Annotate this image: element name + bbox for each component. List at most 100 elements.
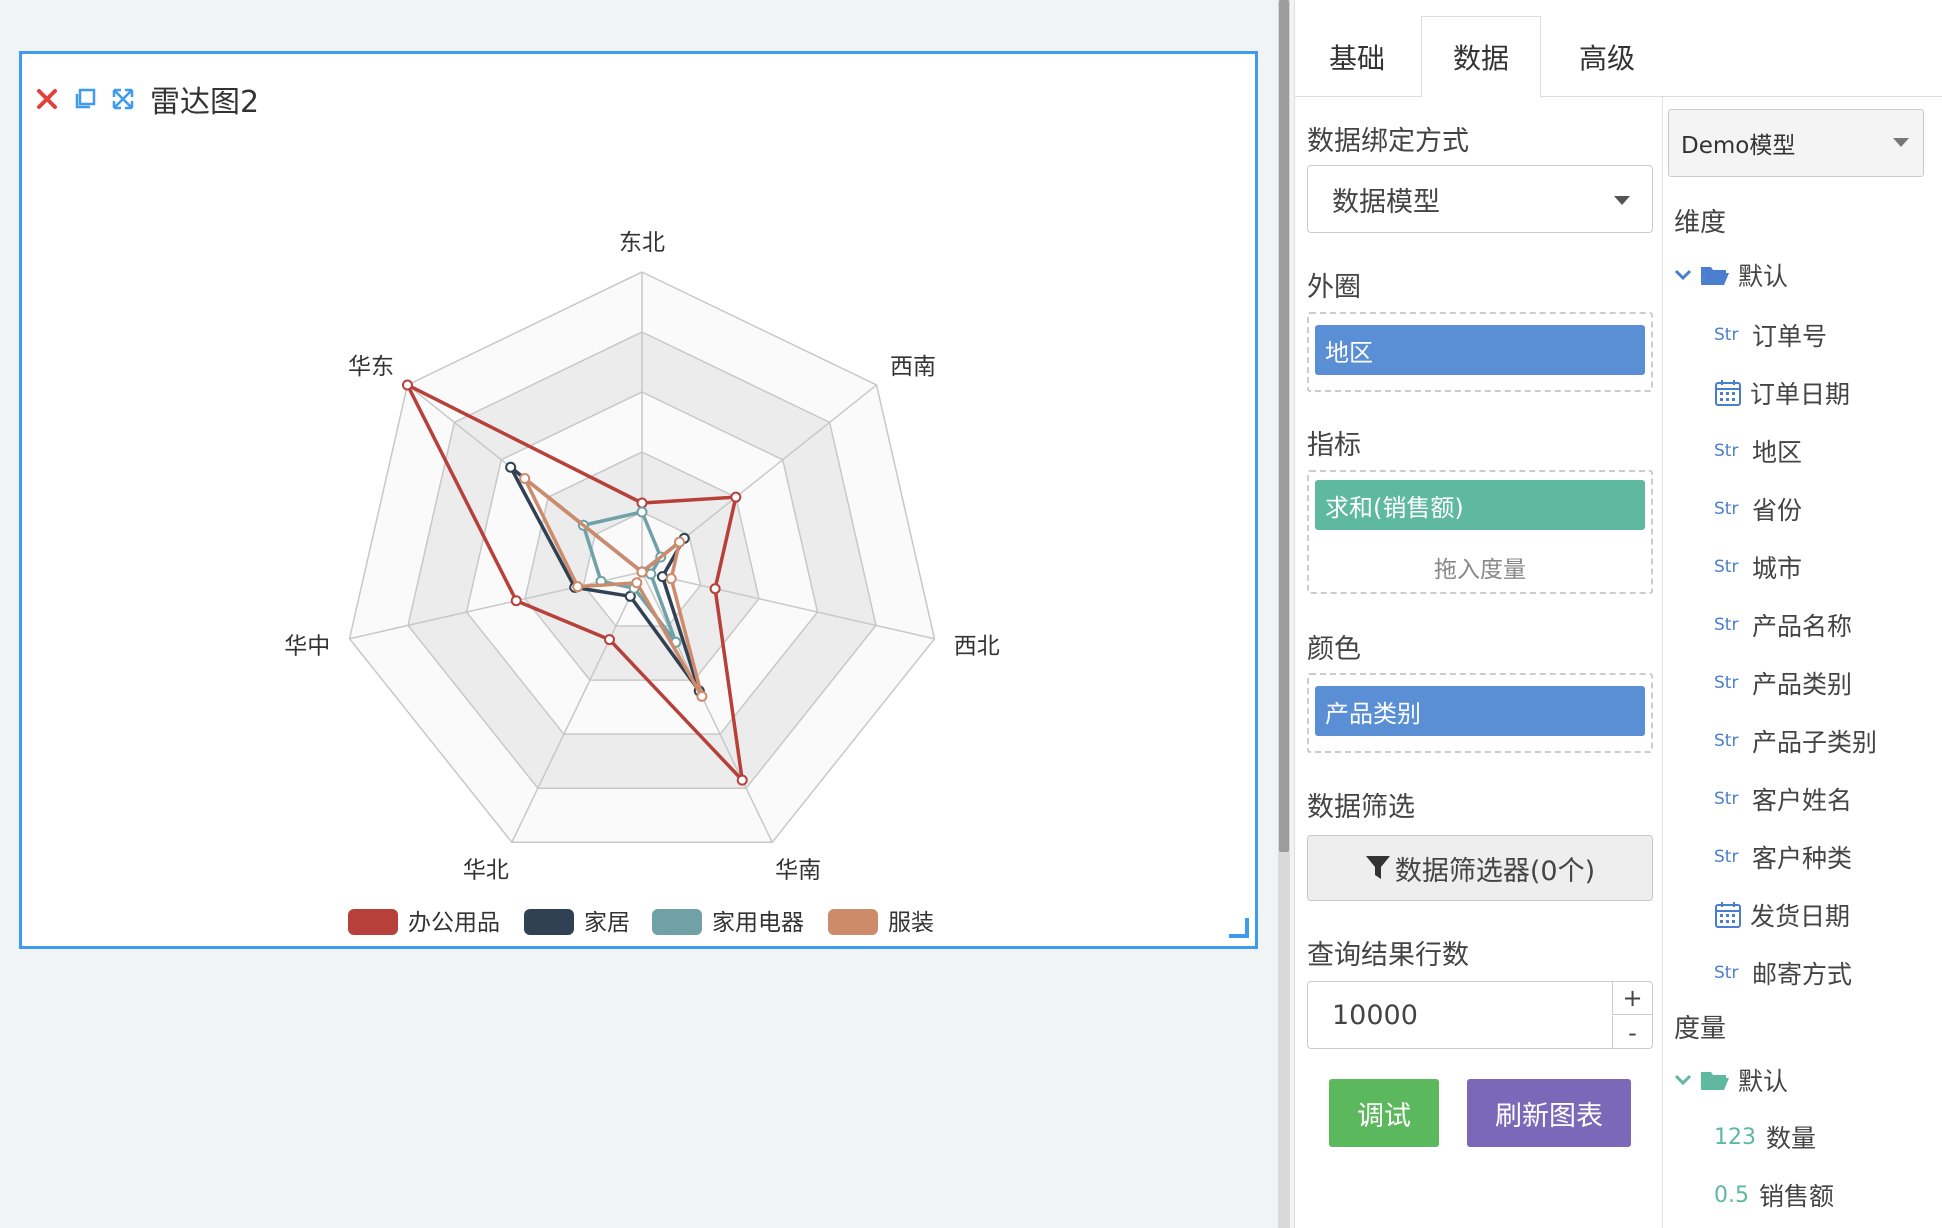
legend-item[interactable]: 家居 [524, 909, 630, 936]
dimension-item[interactable]: Str 省份 [1714, 491, 1802, 527]
legend-label: 服装 [888, 910, 934, 936]
tab-basic[interactable]: 基础 [1295, 16, 1419, 98]
tab-advanced[interactable]: 高级 [1545, 16, 1669, 98]
model-column: Demo模型 维度 默认 Str 订单号 订单日期 Str 地区 Str 省份 Str 城市 St… [1664, 97, 1942, 1228]
radar-axis-label: 华北 [463, 857, 509, 883]
dimension-item-label: 邮寄方式 [1752, 960, 1853, 989]
dimension-item[interactable]: Str 邮寄方式 [1714, 955, 1852, 991]
dimension-folder-label: 默认 [1738, 262, 1789, 291]
data-filter-label: 数据筛选 [1307, 792, 1415, 823]
dimension-item[interactable]: Str 客户种类 [1714, 839, 1852, 875]
dimension-item[interactable]: Str 客户姓名 [1714, 781, 1852, 817]
dimension-item[interactable]: 发货日期 [1714, 897, 1850, 933]
binding-mode-select[interactable]: 数据模型 [1307, 165, 1653, 233]
metric-placeholder: 拖入度量 [1434, 557, 1526, 583]
measure-folder-label: 默认 [1738, 1067, 1789, 1096]
radar-data-point [656, 571, 668, 583]
dimension-item-label: 产品名称 [1752, 612, 1853, 641]
legend-label: 办公用品 [408, 910, 500, 936]
binding-column: 数据绑定方式 数据模型 外圈 地区 指标 求和(销售额) 拖入度量 颜色 产品类… [1295, 97, 1663, 1228]
string-type-icon: Str [1714, 615, 1739, 635]
rows-number-input[interactable]: 10000 + - [1307, 981, 1653, 1049]
measure-heading: 度量 [1674, 1014, 1727, 1044]
calendar-icon [1715, 380, 1741, 406]
radar-data-point [401, 379, 413, 391]
outer-field-pill[interactable]: 地区 [1315, 325, 1645, 375]
tab-data[interactable]: 数据 [1421, 16, 1541, 98]
model-select-value: Demo模型 [1681, 133, 1796, 159]
dimension-item[interactable]: Str 产品类别 [1714, 665, 1852, 701]
radar-chart-widget[interactable]: 雷达图2 东北 西南 西北 华南 华北 华中 华东 办公用品 家居 家用电器 服装 [19, 51, 1258, 949]
string-type-icon: Str [1714, 731, 1739, 751]
increment-button[interactable]: + [1612, 982, 1652, 1015]
string-type-icon: Str [1714, 325, 1739, 345]
decrement-button[interactable]: - [1612, 1016, 1652, 1049]
radar-data-point [636, 497, 648, 509]
data-filter-button-label: 数据筛选器(0个) [1394, 855, 1596, 887]
legend-item[interactable]: 家用电器 [652, 909, 804, 936]
numeric-type-icon: 123 [1714, 1124, 1756, 1150]
measure-item-label: 销售额 [1759, 1182, 1835, 1211]
dimension-item[interactable]: Str 产品子类别 [1714, 723, 1877, 759]
radar-data-point [505, 461, 517, 473]
legend-swatch [828, 909, 878, 935]
radar-data-point [572, 581, 584, 593]
panel-tabs: 基础 数据 高级 [1295, 0, 1942, 98]
dimension-item-label: 产品子类别 [1752, 728, 1878, 757]
dimension-item-label: 城市 [1752, 554, 1803, 583]
legend-swatch [348, 909, 398, 935]
dimension-item[interactable]: Str 产品名称 [1714, 607, 1852, 643]
string-type-icon: Str [1714, 789, 1739, 809]
dimension-item-label: 产品类别 [1752, 670, 1853, 699]
metric-dropzone[interactable]: 求和(销售额) 拖入度量 [1307, 470, 1653, 594]
rows-value: 10000 [1332, 1000, 1418, 1031]
chart-legend: 办公用品 家居 家用电器 服装 [348, 909, 934, 936]
legend-item[interactable]: 办公用品 [348, 909, 500, 936]
scrollbar-thumb[interactable] [1279, 0, 1289, 852]
radar-axis-label: 西南 [890, 354, 936, 380]
dimension-item-label: 发货日期 [1750, 902, 1851, 931]
debug-button[interactable]: 调试 [1329, 1079, 1439, 1147]
measure-item[interactable]: 123 数量 [1714, 1119, 1816, 1155]
refresh-chart-button[interactable]: 刷新图表 [1467, 1079, 1631, 1147]
color-field-pill[interactable]: 产品类别 [1315, 686, 1645, 736]
chevron-down-icon [1893, 138, 1909, 147]
data-filter-button[interactable]: 数据筛选器(0个) [1307, 835, 1653, 901]
dimension-item[interactable]: Str 城市 [1714, 549, 1802, 585]
radar-axis-label: 华南 [775, 857, 821, 883]
config-panel: 基础 数据 高级 数据绑定方式 数据模型 外圈 地区 指标 求和(销售额) 拖入… [1294, 0, 1942, 1228]
dimension-item[interactable]: 订单日期 [1714, 375, 1850, 411]
chevron-down-icon [1614, 196, 1630, 205]
dimension-item[interactable]: Str 地区 [1714, 433, 1802, 469]
string-type-icon: Str [1714, 847, 1739, 867]
radar-axis-label: 西北 [954, 633, 1000, 659]
measure-folder[interactable]: 默认 [1674, 1062, 1788, 1098]
color-dropzone[interactable]: 产品类别 [1307, 673, 1653, 753]
dimension-item[interactable]: Str 订单号 [1714, 317, 1827, 353]
calendar-icon [1715, 902, 1741, 928]
dimension-item-label: 订单日期 [1750, 380, 1851, 409]
legend-swatch [652, 909, 702, 935]
resize-handle[interactable] [1229, 918, 1249, 938]
radar-data-point [603, 634, 615, 646]
metric-label: 指标 [1307, 430, 1361, 461]
radar-data-point [696, 690, 708, 702]
dimension-heading: 维度 [1674, 208, 1727, 238]
vertical-scrollbar[interactable] [1278, 0, 1290, 1228]
legend-swatch [524, 909, 574, 935]
legend-label: 家用电器 [712, 910, 804, 936]
radar-axis-label: 华东 [348, 354, 394, 380]
measure-item[interactable]: 0.5 销售额 [1714, 1177, 1834, 1213]
outer-ring-label: 外圈 [1307, 272, 1361, 303]
model-select[interactable]: Demo模型 [1668, 109, 1924, 177]
dimension-item-label: 客户姓名 [1752, 786, 1853, 815]
radar-data-point [709, 583, 721, 595]
legend-item[interactable]: 服装 [828, 909, 934, 936]
metric-field-pill[interactable]: 求和(销售额) [1315, 480, 1645, 530]
radar-data-point [645, 568, 657, 580]
binding-mode-label: 数据绑定方式 [1307, 126, 1469, 157]
dimension-folder[interactable]: 默认 [1674, 257, 1788, 293]
chevron-down-icon [1674, 269, 1692, 281]
outer-ring-dropzone[interactable]: 地区 [1307, 312, 1653, 392]
folder-open-icon [1701, 1072, 1729, 1090]
